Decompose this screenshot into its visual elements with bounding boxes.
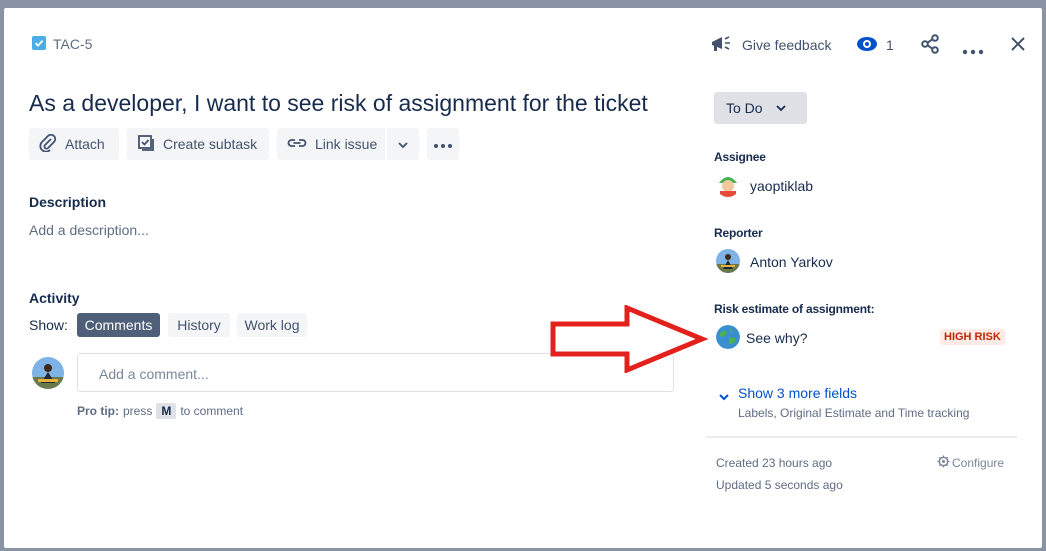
- show-label: Show:: [29, 317, 68, 333]
- subtask-label: Create subtask: [163, 136, 258, 152]
- reporter-avatar: [716, 249, 740, 273]
- high-risk-badge: HIGH RISK: [940, 329, 1005, 345]
- status-label: To Do: [726, 100, 763, 116]
- more-horizontal-icon: [433, 136, 453, 152]
- configure-label: Configure: [952, 456, 1005, 470]
- see-why-link[interactable]: See why?: [746, 330, 807, 346]
- paperclip-icon: [39, 133, 57, 155]
- close-icon[interactable]: [1010, 36, 1026, 57]
- more-fields-summary: Labels, Original Estimate and Time track…: [738, 406, 970, 420]
- task-type-icon: [32, 36, 46, 50]
- created-timestamp: Created 23 hours ago: [716, 456, 833, 470]
- chevron-down-icon: [775, 99, 787, 117]
- current-user-avatar: [32, 357, 64, 389]
- reporter-name[interactable]: Anton Yarkov: [750, 254, 833, 270]
- tab-work-log[interactable]: Work log: [237, 313, 307, 337]
- issue-title[interactable]: As a developer, I want to see risk of as…: [29, 90, 648, 117]
- configure-button[interactable]: Configure: [937, 455, 1004, 471]
- attach-label: Attach: [65, 136, 105, 152]
- chevron-down-icon: [397, 136, 409, 152]
- more-options-icon[interactable]: [962, 42, 984, 60]
- description-heading: Description: [29, 194, 107, 210]
- chevron-down-icon[interactable]: [718, 388, 730, 406]
- give-feedback-button[interactable]: Give feedback: [742, 37, 832, 53]
- assignee-avatar: [716, 173, 740, 197]
- eye-icon[interactable]: [856, 36, 878, 57]
- pro-tip: Pro tip: press M to comment: [77, 403, 243, 419]
- watch-count: 1: [886, 37, 894, 53]
- create-subtask-button[interactable]: Create subtask: [127, 128, 269, 160]
- pro-tip-rest: to comment: [180, 404, 244, 418]
- globe-icon: [716, 325, 740, 349]
- activity-heading: Activity: [29, 290, 80, 306]
- sidebar-divider: [706, 436, 1017, 438]
- link-issue-dropdown[interactable]: [387, 128, 419, 160]
- link-issue-button[interactable]: Link issue: [277, 128, 385, 160]
- comment-placeholder: Add a comment...: [99, 366, 209, 382]
- gear-icon: [937, 455, 950, 471]
- status-dropdown[interactable]: To Do: [714, 92, 807, 124]
- show-more-fields-link[interactable]: Show 3 more fields: [738, 385, 857, 401]
- subtask-icon: [137, 134, 155, 155]
- description-placeholder[interactable]: Add a description...: [29, 222, 149, 238]
- reporter-label: Reporter: [714, 226, 763, 240]
- keyboard-key-m: M: [156, 403, 177, 419]
- tab-comments[interactable]: Comments: [77, 313, 160, 337]
- link-issue-label: Link issue: [315, 136, 378, 152]
- pro-tip-press: press: [123, 404, 153, 418]
- megaphone-icon[interactable]: [710, 34, 732, 59]
- annotation-arrow: [550, 304, 710, 378]
- issue-key-link[interactable]: TAC-5: [53, 36, 92, 52]
- assignee-name[interactable]: yaoptiklab: [750, 178, 813, 194]
- assignee-label: Assignee: [714, 150, 766, 164]
- toolbar-more-button[interactable]: [427, 128, 459, 160]
- risk-estimate-label: Risk estimate of assignment:: [714, 302, 875, 316]
- share-icon[interactable]: [920, 34, 940, 59]
- updated-timestamp: Updated 5 seconds ago: [716, 478, 843, 492]
- issue-modal: TAC-5 Give feedback 1 As a developer, I …: [4, 8, 1042, 548]
- attach-button[interactable]: Attach: [29, 128, 119, 160]
- tab-history[interactable]: History: [168, 313, 230, 337]
- pro-tip-bold: Pro tip:: [77, 404, 119, 418]
- link-icon: [287, 135, 307, 154]
